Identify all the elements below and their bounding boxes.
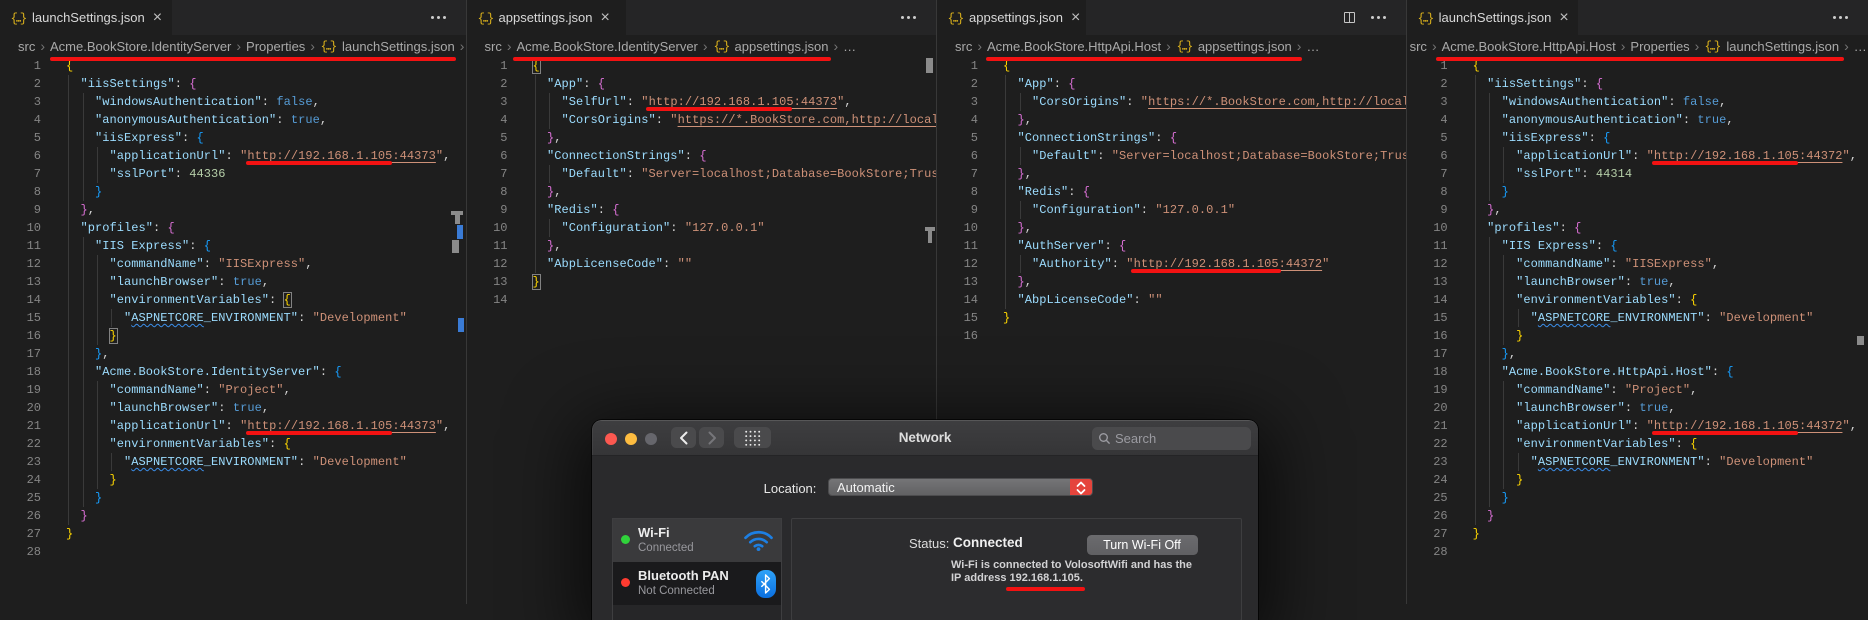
svg-text:}: }: [1426, 12, 1433, 26]
svg-text:}: }: [1186, 40, 1193, 54]
svg-text:}: }: [722, 40, 729, 54]
svg-text:{: {: [11, 12, 19, 26]
svg-text:{: {: [1417, 12, 1425, 26]
svg-text:{: {: [320, 40, 328, 54]
svg-text:}: }: [957, 12, 964, 26]
svg-text:{: {: [713, 40, 721, 54]
svg-text:}: }: [1714, 40, 1721, 54]
svg-text:}: }: [486, 12, 493, 26]
svg-text:}: }: [330, 40, 337, 54]
svg-text:{: {: [1705, 40, 1713, 54]
svg-text:}: }: [20, 12, 27, 26]
svg-text:{: {: [477, 12, 485, 26]
svg-text:{: {: [948, 12, 956, 26]
svg-text:{: {: [1176, 40, 1184, 54]
